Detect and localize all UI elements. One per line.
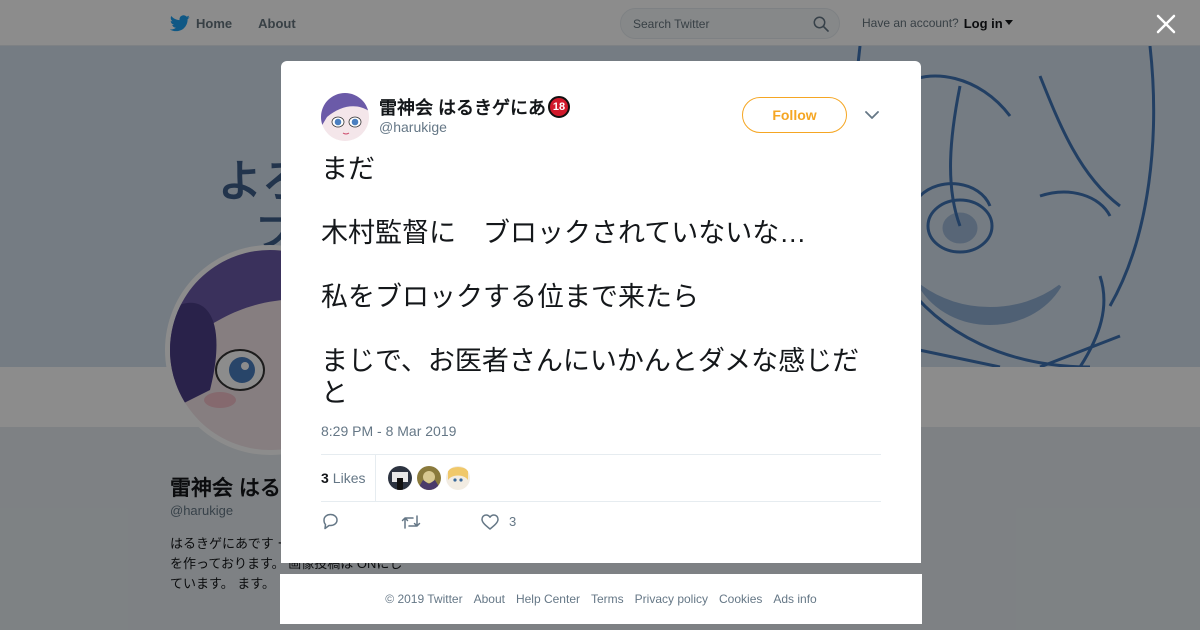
footer-link-terms[interactable]: Terms [591, 592, 624, 606]
follow-button[interactable]: Follow [742, 97, 847, 133]
tweet-modal: 雷神会 はるきゲにあ 18 @harukige Follow まだ 木村監督に … [281, 61, 921, 563]
footer-link-ads-info[interactable]: Ads info [773, 592, 816, 606]
chevron-down-icon[interactable] [865, 110, 879, 120]
footer: © 2019 Twitter About Help Center Terms P… [280, 574, 922, 624]
like-count: 3 [509, 514, 517, 529]
tweet-timestamp[interactable]: 8:29 PM - 8 Mar 2019 [321, 423, 456, 439]
tweet-line: 木村監督に ブロックされていないな… [321, 218, 807, 248]
liker-avatar[interactable] [417, 466, 442, 490]
likes-stat[interactable]: 3 Likes [321, 455, 377, 501]
author-name[interactable]: 雷神会 はるきゲにあ 18 [379, 94, 571, 120]
footer-link-privacy[interactable]: Privacy policy [635, 592, 708, 606]
liker-avatar[interactable] [446, 466, 471, 490]
liker-avatar[interactable] [388, 466, 413, 490]
author-avatar-image [321, 93, 369, 141]
footer-link-help-center[interactable]: Help Center [516, 592, 580, 606]
age-18-badge: 18 [548, 96, 571, 118]
heart-icon [481, 513, 499, 530]
retweet-button[interactable] [401, 514, 481, 530]
reply-button[interactable] [321, 513, 401, 530]
close-icon[interactable] [1155, 13, 1177, 35]
tweet-stats: 3 Likes [321, 454, 881, 502]
footer-link-about[interactable]: About [474, 592, 505, 606]
footer-copyright: © 2019 Twitter [385, 592, 463, 606]
tweet-line: 私をブロックする位まで来たら [321, 282, 699, 312]
likes-count: 3 [321, 470, 329, 486]
likers-list [376, 466, 471, 490]
author-name-text: 雷神会 はるきゲにあ [379, 98, 547, 118]
tweet-line: まじで、お医者さんにいかんとダメな感じだと [321, 346, 860, 408]
tweet-line: まだ [321, 154, 375, 184]
like-button[interactable]: 3 [481, 513, 561, 530]
retweet-icon [401, 514, 421, 529]
reply-icon [323, 513, 338, 530]
author-handle[interactable]: @harukige [379, 119, 447, 135]
author-avatar[interactable] [321, 93, 369, 141]
tweet-actions: 3 [321, 513, 561, 530]
likes-label: Likes [332, 470, 366, 486]
footer-link-cookies[interactable]: Cookies [719, 592, 762, 606]
tweet-text: まだ 木村監督に ブロックされていないな… 私をブロックする位まで来たら まじで… [321, 153, 881, 409]
